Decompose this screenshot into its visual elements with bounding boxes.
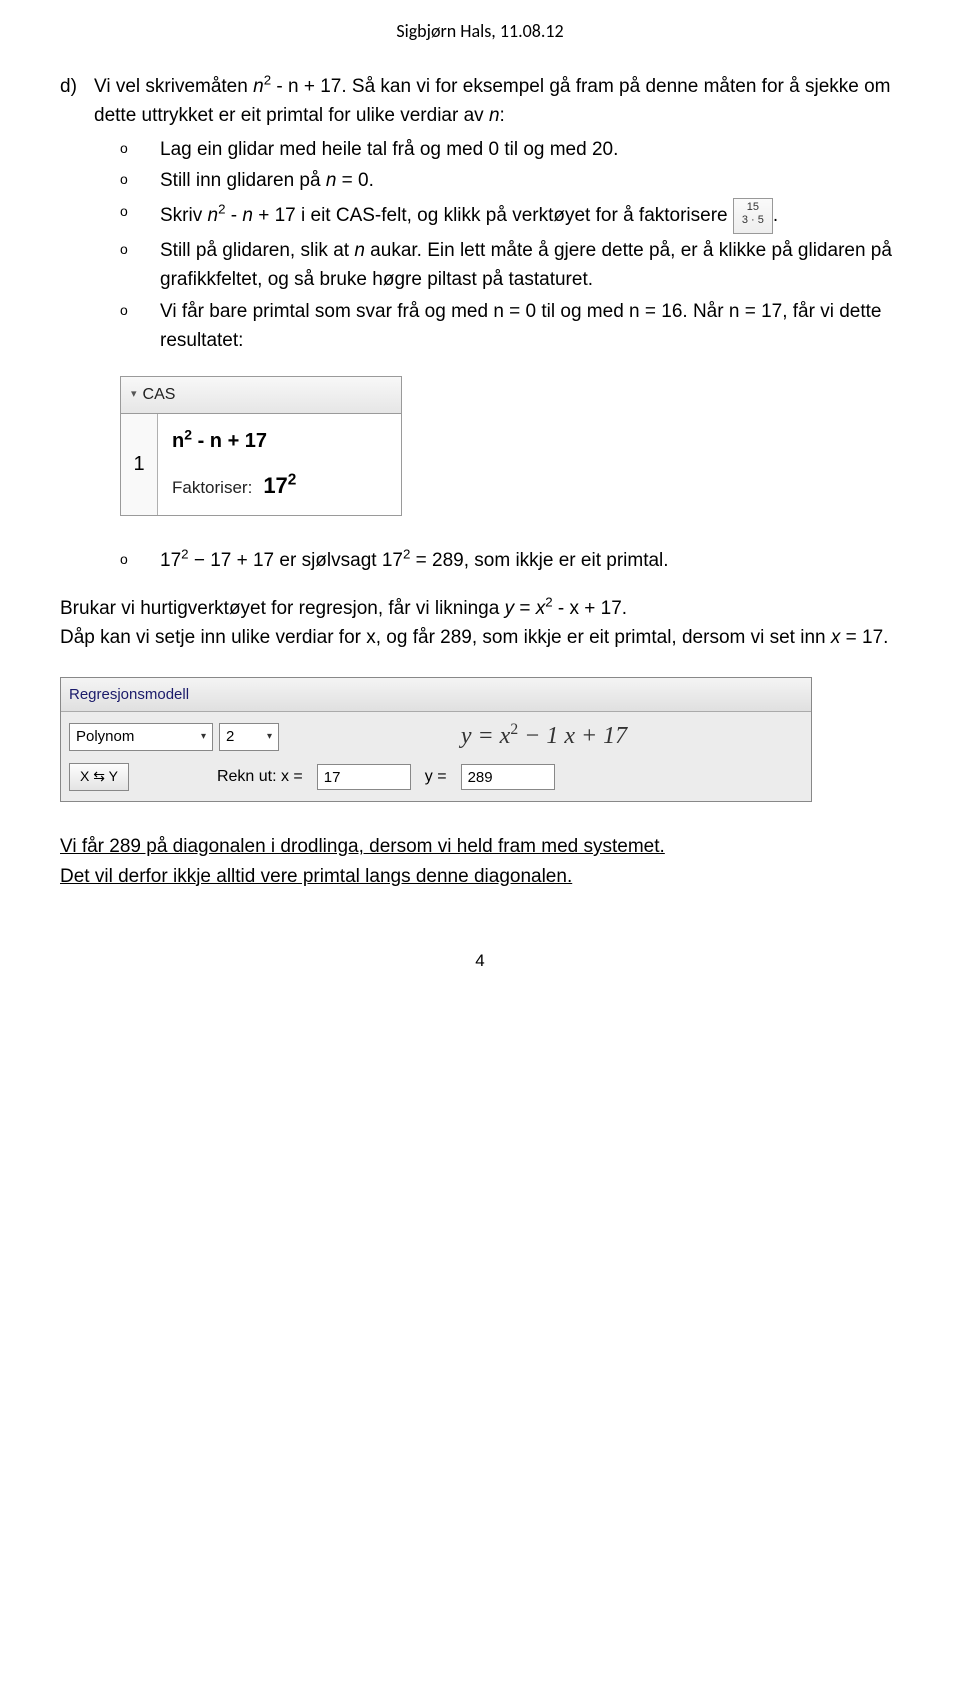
cas-tab[interactable]: ▾ CAS (121, 377, 401, 415)
bullet-6: o 172 − 17 + 17 er sjølvsagt 172 = 289, … (120, 546, 900, 575)
cas-output-label: Faktoriser: (172, 478, 252, 497)
b3-n: n (208, 205, 219, 226)
regression-type-value: Polynom (76, 725, 134, 748)
sublist-2: o 172 − 17 + 17 er sjølvsagt 172 = 289, … (60, 546, 900, 575)
cas-out-base: 17 (263, 473, 287, 498)
d-n: n (489, 105, 500, 126)
icon-line2: 3 · 5 (742, 214, 764, 226)
b2-post: = 0. (336, 170, 374, 191)
p2-l2x: x (831, 627, 841, 648)
b3-n2: n (242, 205, 253, 226)
b6-pre: 17 (160, 550, 181, 571)
chevron-down-icon: ▾ (201, 729, 206, 745)
b2-pre: Still inn glidaren på (160, 170, 326, 191)
cas-row: 1 n2 - n + 17 Faktoriser: 172 (121, 414, 401, 515)
cas-cell: n2 - n + 17 Faktoriser: 172 (158, 414, 401, 515)
regression-body: Polynom ▾ 2 ▾ y = x2 − 1 x + 17 X ⇆ Y Re… (61, 712, 811, 801)
cas-out-exp: 2 (288, 472, 297, 489)
regression-degree-select[interactable]: 2 ▾ (219, 723, 279, 751)
swap-xy-button[interactable]: X ⇆ Y (69, 763, 129, 791)
bullet-marker: o (120, 297, 160, 356)
bullet-3: o Skriv n2 - n + 17 i eit CAS-felt, og k… (120, 198, 900, 234)
sublist-1: o Lag ein glidar med heile tal frå og me… (60, 135, 900, 356)
b3-mid2: + 17 i eit CAS-felt, og klikk på verktøy… (253, 205, 733, 226)
x-input[interactable]: 17 (317, 764, 411, 790)
bullet-marker: o (120, 198, 160, 234)
bullet-6-text: 172 − 17 + 17 er sjølvsagt 172 = 289, so… (160, 546, 669, 575)
bullet-5-text: Vi får bare primtal som svar frå og med … (160, 297, 900, 356)
icon-line1: 15 (747, 201, 759, 213)
p2-l2post: = 17. (840, 627, 888, 648)
calc-y-label: y = (425, 765, 447, 790)
b3-mid: - (225, 205, 242, 226)
b6-mid2: = 289, som ikkje er eit primtal. (410, 550, 668, 571)
bullet-4-text: Still på glidaren, slik at n aukar. Ein … (160, 236, 900, 295)
conclusion: Vi får 289 på diagonalen i drodlinga, de… (60, 832, 900, 891)
regression-row-2: X ⇆ Y Rekn ut: x = 17 y = 289 (69, 763, 803, 791)
cas-panel: ▾ CAS 1 n2 - n + 17 Faktoriser: 172 (120, 376, 402, 517)
d-colon: : (500, 105, 505, 126)
concl-line1: Vi får 289 på diagonalen i drodlinga, de… (60, 836, 665, 857)
regression-title: Regresjonsmodell (61, 678, 811, 712)
concl-line2: Det vil derfor ikkje alltid vere primtal… (60, 866, 572, 887)
regression-type-select[interactable]: Polynom ▾ (69, 723, 213, 751)
chevron-down-icon: ▾ (131, 386, 137, 403)
d-pre: Vi vel skrivemåten (94, 76, 253, 97)
chevron-down-icon: ▾ (267, 729, 272, 745)
p2-x: x (536, 598, 546, 619)
b3-post: . (773, 205, 778, 226)
d-expr-n: n (253, 76, 264, 97)
p2-y: y (505, 598, 515, 619)
item-d-text: Vi vel skrivemåten n2 - n + 17. Så kan v… (94, 72, 900, 131)
bullet-4: o Still på glidaren, slik at n aukar. Ei… (120, 236, 900, 295)
b2-n: n (326, 170, 337, 191)
regression-degree-value: 2 (226, 725, 234, 748)
bullet-2-text: Still inn glidaren på n = 0. (160, 166, 374, 195)
b3-pre: Skriv (160, 205, 208, 226)
cas-input-n: n (172, 430, 184, 452)
p2-l2pre: Dåp kan vi setje inn ulike verdiar for x… (60, 627, 831, 648)
cas-tab-label: CAS (143, 383, 176, 408)
bullet-marker: o (120, 135, 160, 164)
bullet-3-text: Skriv n2 - n + 17 i eit CAS-felt, og kli… (160, 198, 778, 234)
cas-output-value: 172 (263, 473, 296, 498)
y-output: 289 (461, 764, 555, 790)
page-header: Sigbjørn Hals, 11.08.12 (60, 20, 900, 42)
cas-row-number: 1 (121, 414, 158, 515)
regression-row-1: Polynom ▾ 2 ▾ y = x2 − 1 x + 17 (69, 718, 803, 755)
bullet-1-text: Lag ein glidar med heile tal frå og med … (160, 135, 618, 164)
b6-mid1: − 17 + 17 er sjølvsagt 17 (189, 550, 403, 571)
paragraph-regress-intro: Brukar vi hurtigverktøyet for regresjon,… (60, 594, 900, 653)
p2-rest: - x + 17. (553, 598, 627, 619)
bullet-marker: o (120, 166, 160, 195)
cas-input[interactable]: n2 - n + 17 (172, 426, 387, 457)
b4-n: n (354, 240, 365, 261)
bullet-5: o Vi får bare primtal som svar frå og me… (120, 297, 900, 356)
b4-pre: Still på glidaren, slik at (160, 240, 354, 261)
page-number: 4 (60, 951, 900, 971)
cas-input-rest: - n + 17 (192, 430, 267, 452)
calc-x-label: Rekn ut: x = (217, 765, 303, 790)
list-marker-d: d) (60, 72, 94, 131)
regression-formula: y = x2 − 1 x + 17 (285, 718, 803, 755)
p2-eq: = (514, 598, 536, 619)
factorize-icon: 153 · 5 (733, 198, 773, 234)
bullet-2: o Still inn glidaren på n = 0. (120, 166, 900, 195)
bullet-marker: o (120, 546, 160, 575)
p2-pre: Brukar vi hurtigverktøyet for regresjon,… (60, 598, 505, 619)
cas-output: Faktoriser: 172 (172, 469, 387, 503)
bullet-marker: o (120, 236, 160, 295)
regression-panel: Regresjonsmodell Polynom ▾ 2 ▾ y = x2 − … (60, 677, 812, 802)
bullet-1: o Lag ein glidar med heile tal frå og me… (120, 135, 900, 164)
item-d: d) Vi vel skrivemåten n2 - n + 17. Så ka… (60, 72, 900, 131)
